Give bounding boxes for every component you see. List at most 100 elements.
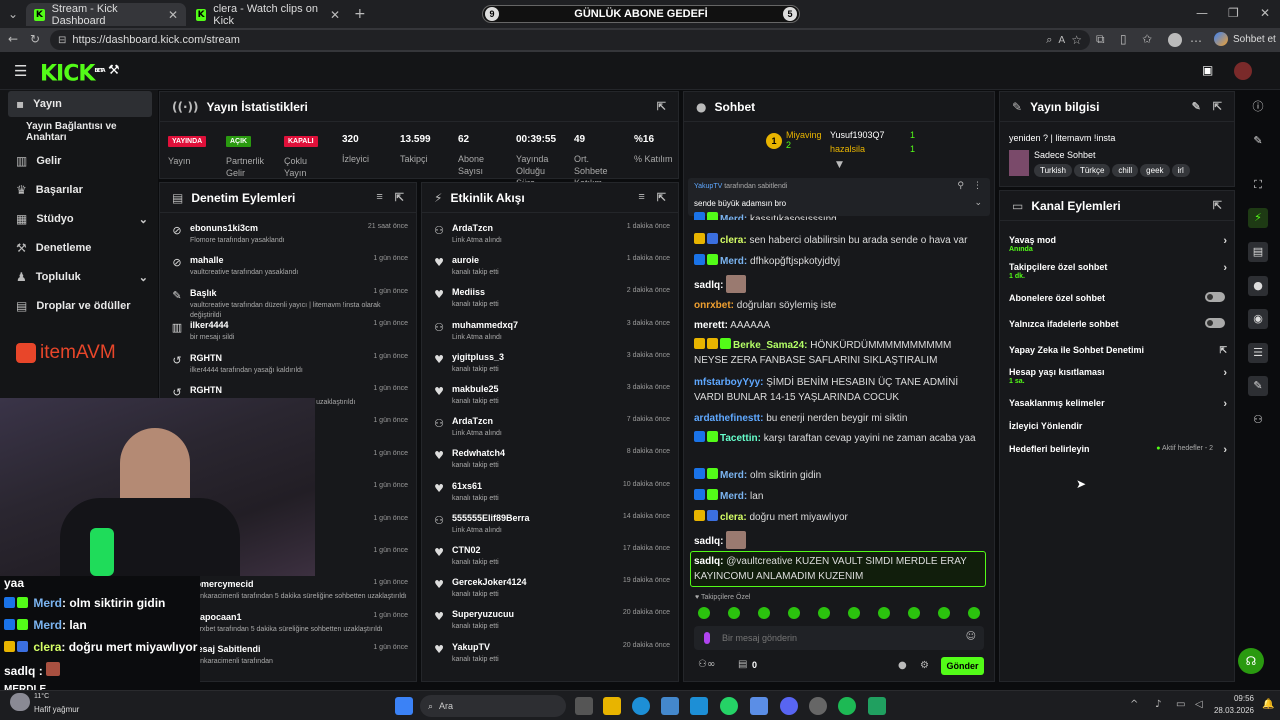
pinned-message[interactable]: YakupTV tarafından sabitlendi sende büyü… bbox=[688, 178, 990, 216]
filter-icon[interactable]: ≡ bbox=[376, 191, 382, 204]
list-item[interactable]: ⚲Mesaj Sabitlendierenkaracimenli tarafın… bbox=[170, 642, 408, 674]
chat-message[interactable]: Berke_Sama24: HÖNKÜRDÜMMMMMMMMMM NEYSE Z… bbox=[694, 338, 984, 368]
sidebar-item-droplar[interactable]: ▤ Droplar ve ödüller bbox=[8, 293, 152, 319]
emote-icon[interactable] bbox=[908, 607, 920, 619]
chat-message[interactable]: mfstarboyYyy: ŞİMDİ BENİM HESABIN ÜÇ TAN… bbox=[694, 375, 984, 405]
community-icon[interactable]: ⚇∞ bbox=[698, 659, 715, 670]
chat-username[interactable]: clera bbox=[720, 235, 743, 246]
sidebar-item-stream-key[interactable]: Yayın Bağlantısı ve Anahtarı bbox=[8, 119, 152, 145]
chat-username[interactable]: Tacettin bbox=[720, 433, 758, 444]
task-view-icon[interactable] bbox=[575, 697, 593, 715]
chat-username[interactable]: mfstarboyYyy bbox=[694, 377, 760, 388]
emote-icon[interactable] bbox=[758, 607, 770, 619]
new-tab-icon[interactable]: + bbox=[354, 6, 366, 22]
list-item[interactable]: ⚇ ArdaTzcn Link Atma alındı 1 dakika önce bbox=[432, 221, 670, 253]
emoji-icon[interactable]: ☺ bbox=[966, 631, 976, 642]
chat-message[interactable]: merett: AAAAAA bbox=[694, 318, 984, 333]
chat-message[interactable]: clera: doğru mert miyawlıyor bbox=[694, 510, 984, 525]
emote-icon[interactable] bbox=[698, 607, 710, 619]
document-icon[interactable]: ▤ bbox=[1248, 242, 1268, 262]
sidebar-item-denetleme[interactable]: ⚒ Denetleme bbox=[8, 235, 152, 261]
list-item[interactable]: ♥ 61xs61 kanalı takip etti 10 dakika önce bbox=[432, 479, 670, 511]
popout-icon[interactable]: ⇱ bbox=[657, 100, 666, 113]
chat-username[interactable]: sadlq bbox=[694, 556, 720, 567]
emote-icon[interactable] bbox=[848, 607, 860, 619]
pin-icon[interactable]: ⚲ bbox=[957, 181, 964, 191]
info-icon[interactable]: ⓘ bbox=[1248, 97, 1268, 117]
list-item[interactable]: ⌛nomercymeciderenkaracimenli tarafından … bbox=[170, 577, 408, 609]
send-button[interactable]: Gönder bbox=[941, 657, 984, 675]
list-item[interactable]: ♥ makbule25 kanalı takip etti 3 dakika önce bbox=[432, 382, 670, 414]
refresh-icon[interactable]: ↻ bbox=[30, 32, 40, 46]
taskbar-search[interactable]: ⌕ Ara bbox=[420, 695, 566, 717]
popout-icon[interactable]: ⇱ bbox=[657, 191, 666, 204]
close-icon[interactable]: ✕ bbox=[168, 8, 178, 22]
chat-username[interactable]: merett bbox=[694, 320, 725, 331]
chat-input[interactable]: ☺ bbox=[694, 626, 984, 650]
favorite-star-icon[interactable]: ☆ bbox=[1071, 33, 1082, 47]
whatsapp-icon[interactable] bbox=[720, 697, 738, 715]
chat-settings-bubble-icon[interactable]: ● bbox=[898, 660, 907, 671]
emote-icon[interactable] bbox=[728, 607, 740, 619]
popout-icon[interactable]: ⇱ bbox=[1213, 199, 1222, 212]
chat-message[interactable]: Merd: lan bbox=[694, 489, 984, 504]
kick-logo[interactable]: KICKBETA bbox=[40, 61, 106, 85]
chat-message[interactable]: Merd: olm siktirin gidin bbox=[694, 468, 984, 483]
toggle-switch[interactable] bbox=[1205, 292, 1225, 302]
layers-icon[interactable]: ☰ bbox=[1248, 343, 1268, 363]
filter-icon[interactable]: ≡ bbox=[638, 191, 644, 204]
edit-icon[interactable]: ✎ bbox=[1192, 100, 1201, 113]
external-link-icon[interactable]: ⇱ bbox=[1219, 345, 1227, 356]
window-close-icon[interactable]: ✕ bbox=[1260, 6, 1270, 20]
chevron-right-icon[interactable]: › bbox=[1223, 262, 1227, 274]
network-icon[interactable]: ▭ bbox=[1176, 699, 1185, 710]
chat-message[interactable]: onrxbet: doğruları söylemiş iste bbox=[694, 298, 984, 313]
chat-username[interactable]: clera bbox=[720, 512, 743, 523]
avatar[interactable] bbox=[1234, 62, 1252, 80]
tag-chip[interactable]: chill bbox=[1112, 164, 1139, 177]
list-item[interactable]: ♥ CTN02 kanalı takip etti 17 dakika önce bbox=[432, 543, 670, 575]
chat-message[interactable]: Merd: kaşşıtıkasoşışşşıng bbox=[694, 212, 984, 220]
chat-username[interactable]: Merd bbox=[720, 256, 744, 267]
popout-icon[interactable]: ⇱ bbox=[1213, 100, 1222, 113]
microphone-icon[interactable] bbox=[704, 632, 710, 644]
list-item[interactable]: ⊘ mahalle vaultcreative tarafından yasakla… bbox=[170, 253, 408, 285]
search-icon[interactable]: ⌕ bbox=[1046, 33, 1052, 47]
channel-action-item[interactable]: Hesap yaşı kısıtlaması 1 sa. › bbox=[1009, 367, 1227, 385]
list-item[interactable]: ↺ RGHTN ilker4444 tarafından yasağı kaldır… bbox=[170, 351, 408, 383]
channel-action-item[interactable]: Takipçilere özel sohbet 1 dk. › bbox=[1009, 262, 1227, 280]
wallet-icon[interactable]: ▣ bbox=[1202, 63, 1213, 77]
community-icon[interactable]: ⚇ bbox=[1248, 410, 1268, 430]
hamburger-menu-icon[interactable]: ☰ bbox=[14, 62, 27, 80]
spotify-icon[interactable] bbox=[838, 697, 856, 715]
channel-action-item[interactable]: Abonelere özel sohbet bbox=[1009, 292, 1227, 303]
list-item[interactable]: ♥ auroie kanalı takip etti 1 dakika önce bbox=[432, 253, 670, 285]
notification-icon[interactable]: 🔔 bbox=[1262, 699, 1274, 710]
weather-icon[interactable] bbox=[10, 693, 30, 711]
app-icon[interactable] bbox=[868, 697, 886, 715]
chat-message[interactable]: sadlq: bbox=[694, 275, 984, 293]
list-item[interactable]: ▥ ilker4444 bir mesajı sildi 1 gün önce bbox=[170, 318, 408, 350]
file-explorer-icon[interactable] bbox=[603, 697, 621, 715]
gear-icon[interactable]: ⚙ bbox=[920, 660, 929, 671]
leaderboard-third[interactable]: hazalsila 1 bbox=[830, 144, 915, 154]
list-item[interactable]: ♥ Redwhatch4 kanalı takip etti 8 dakika önc… bbox=[432, 446, 670, 478]
list-item[interactable]: ♥ yigitpluss_3 kanalı takip etti 3 dakika ö… bbox=[432, 350, 670, 382]
expand-leaderboard-icon[interactable]: ▼ bbox=[836, 160, 843, 170]
tab-list-icon[interactable]: ⌄ bbox=[8, 7, 18, 21]
chat-username[interactable]: ardathefinestt bbox=[694, 413, 760, 424]
close-icon[interactable]: ✕ bbox=[330, 8, 340, 22]
chat-username[interactable]: sadlq bbox=[694, 280, 720, 291]
mail-icon[interactable] bbox=[690, 697, 708, 715]
chat-message[interactable]: ardathefinestt: bu enerji nerden beygir … bbox=[694, 411, 984, 426]
hammer-icon[interactable]: ⚒ bbox=[108, 63, 120, 78]
tag-chip[interactable]: geek bbox=[1140, 164, 1170, 177]
chat-message[interactable]: Merd: dfhkopğftjspkotyjdtyj bbox=[694, 254, 984, 269]
sidebar-item-studyo[interactable]: ▦ Stüdyo ⌄ bbox=[8, 206, 152, 232]
tray-chevron-icon[interactable]: ^ bbox=[1130, 699, 1138, 710]
toggle-switch[interactable] bbox=[1205, 318, 1225, 328]
tag-chip[interactable]: irl bbox=[1171, 164, 1190, 177]
volume-icon[interactable]: ◁ bbox=[1195, 699, 1203, 710]
read-aloud-icon[interactable]: A bbox=[1058, 35, 1065, 46]
sidebar-item-gelir[interactable]: ▥ Gelir bbox=[8, 148, 152, 174]
